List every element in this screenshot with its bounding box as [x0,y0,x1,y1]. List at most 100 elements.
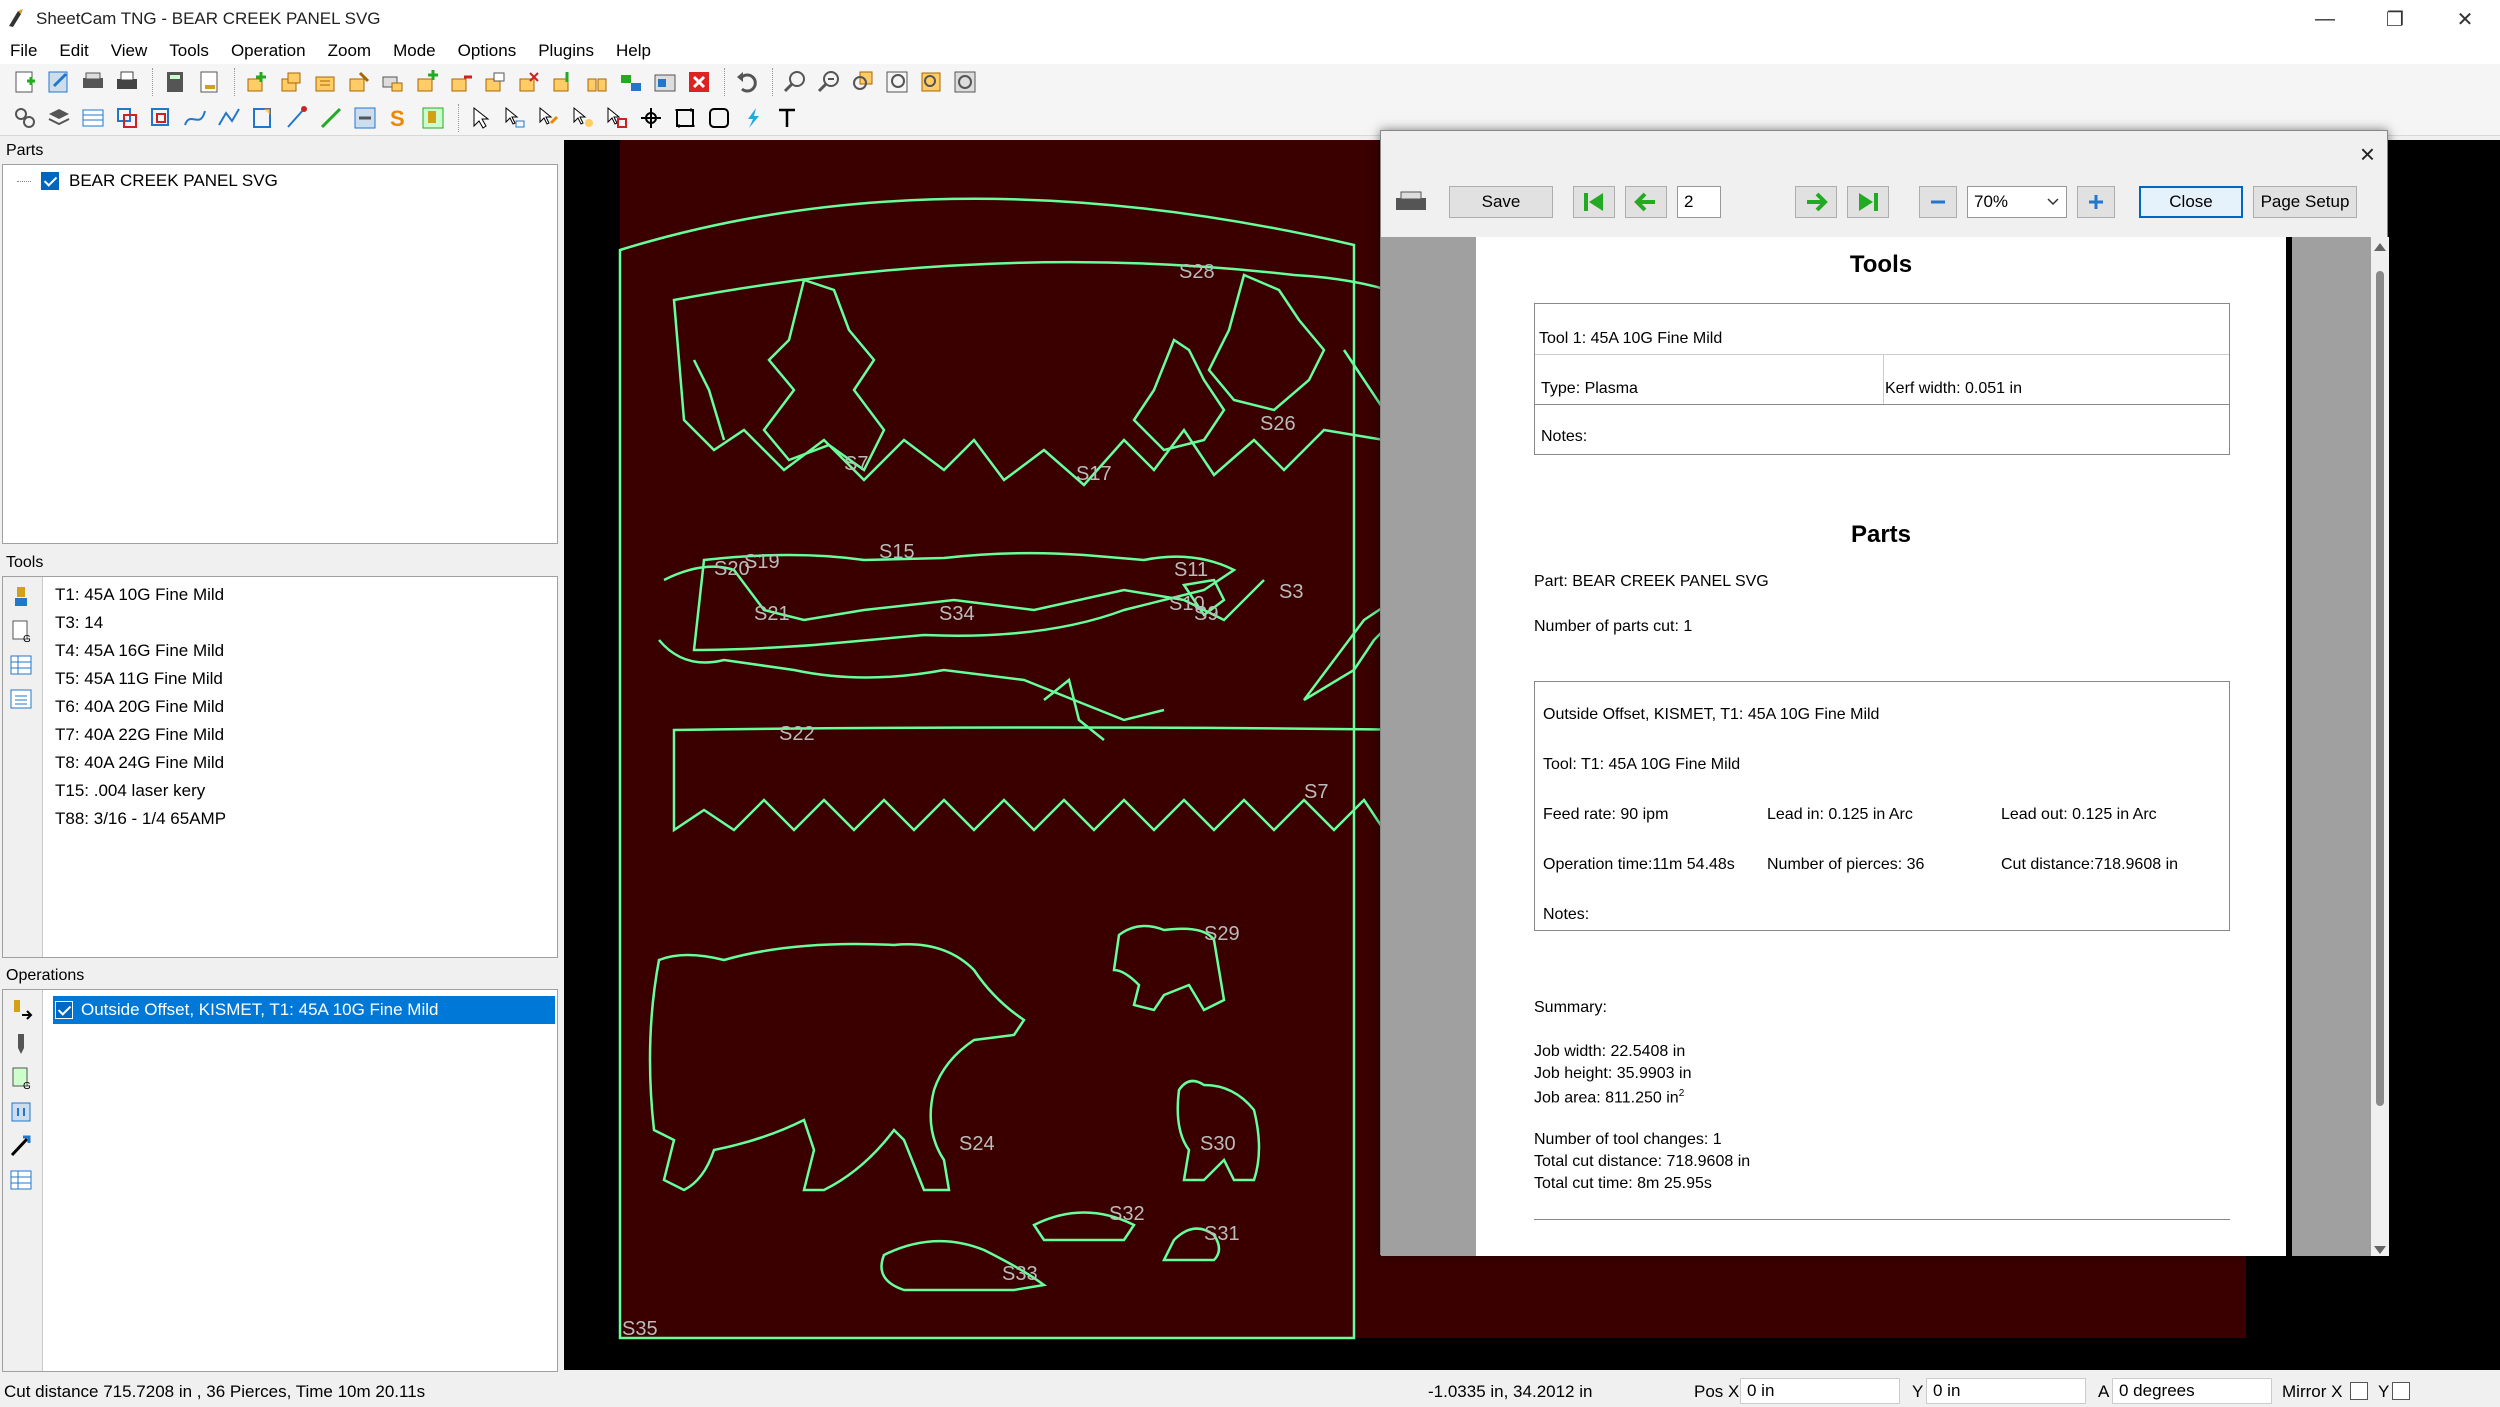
layers-icon[interactable] [44,103,74,133]
drawing-tool-8-icon[interactable] [480,67,510,97]
operation-4-icon[interactable] [214,103,244,133]
delete-icon[interactable] [684,67,714,97]
tool-item[interactable]: T7: 40A 22G Fine Mild [43,721,557,749]
part-checkbox[interactable] [41,172,59,190]
part-item[interactable]: BEAR CREEK PANEL SVG [41,171,278,191]
operation-7-icon[interactable] [316,103,346,133]
menu-plugins[interactable]: Plugins [538,41,594,61]
previous-page-icon[interactable] [1625,186,1667,218]
menu-operation[interactable]: Operation [231,41,306,61]
add-tool-icon[interactable] [5,583,37,611]
operation-checkbox[interactable] [55,1001,73,1019]
angle-input[interactable]: 0 degrees [2112,1378,2272,1404]
select-pointer-icon[interactable] [466,103,496,133]
operation-8-icon[interactable] [350,103,380,133]
tool-list-icon[interactable] [5,685,37,713]
text-icon[interactable] [772,103,802,133]
zoom-in-button[interactable] [2077,186,2115,218]
mirror-x-checkbox[interactable] [2350,1382,2368,1400]
zoom-select[interactable]: 70% [1967,186,2067,218]
tool-item[interactable]: T88: 3/16 - 1/4 65AMP [43,805,557,833]
tool-item[interactable]: T3: 14 [43,609,557,637]
scroll-down-icon[interactable] [2374,1246,2386,1254]
menu-zoom[interactable]: Zoom [328,41,371,61]
select-tool-3-icon[interactable] [534,103,564,133]
drawing-tool-3-icon[interactable] [310,67,340,97]
menu-options[interactable]: Options [458,41,517,61]
operation-6-icon[interactable] [282,103,312,133]
pause-operation-icon[interactable] [5,1098,37,1126]
edit-job-icon[interactable] [44,67,74,97]
tool-item[interactable]: T1: 45A 10G Fine Mild [43,581,557,609]
zoom-fit-icon[interactable] [916,67,946,97]
zoom-in-icon[interactable] [780,67,810,97]
operation-5-icon[interactable] [248,103,278,133]
drawing-tool-6-icon[interactable] [412,67,442,97]
menu-mode[interactable]: Mode [393,41,436,61]
page-number-input[interactable]: 2 [1677,186,1721,218]
drawing-tool-10-icon[interactable] [548,67,578,97]
toolpath-operation-icon[interactable] [5,1132,37,1160]
next-page-icon[interactable] [1795,186,1837,218]
select-tool-2-icon[interactable] [500,103,530,133]
operation-2-icon[interactable] [146,103,176,133]
add-operation-icon[interactable] [5,996,37,1024]
operation-3-icon[interactable] [180,103,210,133]
mirror-y-checkbox[interactable] [2392,1382,2410,1400]
undo-icon[interactable] [732,67,762,97]
tools-icon[interactable] [10,103,40,133]
frame-icon[interactable] [704,103,734,133]
drawing-tool-12-icon[interactable] [616,67,646,97]
zoom-window-icon[interactable] [848,67,878,97]
window-close-button[interactable]: ✕ [2430,0,2500,38]
drill-operation-icon[interactable] [5,1030,37,1058]
menu-help[interactable]: Help [616,41,651,61]
new-job-icon[interactable] [10,67,40,97]
drawing-tool-11-icon[interactable] [582,67,612,97]
zoom-selected-icon[interactable] [950,67,980,97]
preview-area[interactable]: Tools Tool 1: 45A 10G Fine Mild Type: Pl… [1381,237,2389,1256]
drawing-tool-5-icon[interactable] [378,67,408,97]
scroll-up-icon[interactable] [2374,243,2386,251]
menu-view[interactable]: View [111,41,148,61]
calculator-icon[interactable] [160,67,190,97]
tool-item[interactable]: T5: 45A 11G Fine Mild [43,665,557,693]
lead-icon[interactable] [738,103,768,133]
last-page-icon[interactable] [1847,186,1889,218]
dialog-close-icon[interactable]: × [2360,139,2375,170]
close-preview-button[interactable]: Close [2139,186,2243,218]
operation-item-selected[interactable]: Outside Offset, KISMET, T1: 45A 10G Fine… [53,996,555,1024]
add-code-tool-icon[interactable]: G [5,617,37,645]
move-icon[interactable] [636,103,666,133]
operation-1-icon[interactable] [112,103,142,133]
page-setup-button[interactable]: Page Setup [2253,186,2357,218]
zoom-out-icon[interactable] [814,67,844,97]
first-page-icon[interactable] [1573,186,1615,218]
menu-tools[interactable]: Tools [169,41,209,61]
scroll-thumb[interactable] [2376,271,2384,1106]
zoom-out-button[interactable] [1919,186,1957,218]
zoom-extents-icon[interactable] [882,67,912,97]
table-icon[interactable] [78,103,108,133]
operation-table-icon[interactable] [5,1166,37,1194]
print-icon[interactable] [1391,186,1431,218]
select-tool-4-icon[interactable] [568,103,598,133]
pos-x-input[interactable]: 0 in [1740,1378,1900,1404]
pos-y-input[interactable]: 0 in [1926,1378,2086,1404]
select-tool-5-icon[interactable] [602,103,632,133]
post-process-icon[interactable] [194,67,224,97]
maximize-button[interactable]: ❐ [2360,0,2430,38]
start-point-icon[interactable]: S [384,103,414,133]
drawing-tool-1-icon[interactable] [242,67,272,97]
code-operation-icon[interactable]: G [5,1064,37,1092]
drawing-tool-4-icon[interactable] [344,67,374,97]
print-icon[interactable] [112,67,142,97]
drawing-tool-13-icon[interactable] [650,67,680,97]
operation-9-icon[interactable] [418,103,448,133]
tool-item[interactable]: T6: 40A 20G Fine Mild [43,693,557,721]
tool-item[interactable]: T8: 40A 24G Fine Mild [43,749,557,777]
tool-item[interactable]: T15: .004 laser kery [43,777,557,805]
tool-table-icon[interactable] [5,651,37,679]
minimize-button[interactable]: — [2290,0,2360,38]
save-button[interactable]: Save [1449,186,1553,218]
